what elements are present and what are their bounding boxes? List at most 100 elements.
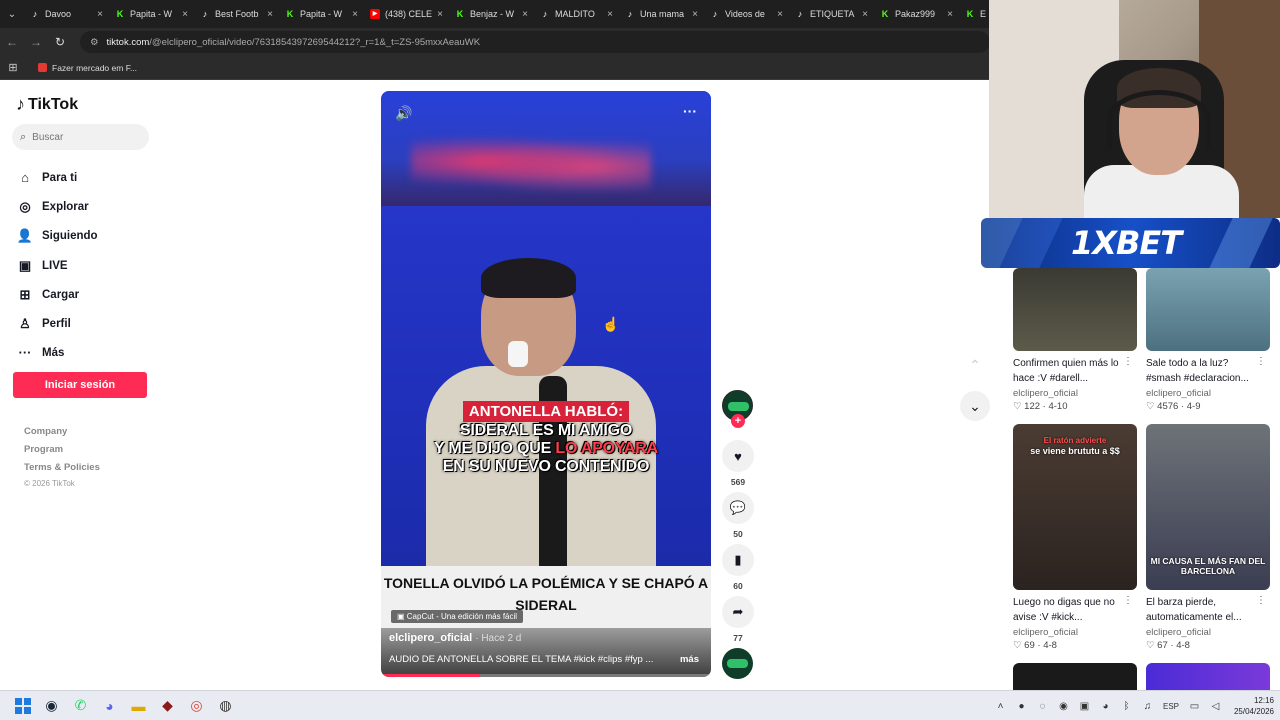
video-player[interactable]: ANTONELLA HABLÓ: SIDERAL ES MI AMIGO Y M… xyxy=(381,91,711,677)
url-field[interactable]: ⚙ tiktok.com/@elclipero_oficial/video/76… xyxy=(80,31,990,53)
browser-tab[interactable]: K Pakaz999 × xyxy=(874,0,959,28)
capcut-badge[interactable]: ▣ CapCut - Una edición más fácil xyxy=(391,610,524,623)
steam-icon[interactable]: ◉ xyxy=(37,691,66,720)
reco-thumbnail[interactable] xyxy=(1013,268,1137,351)
browser-tab[interactable]: ♪ Una mama × xyxy=(619,0,704,28)
tiktok-icon: ♪ xyxy=(627,9,633,19)
comment-button[interactable]: 💬 xyxy=(722,492,754,524)
search-box[interactable]: ⌕ xyxy=(12,124,149,150)
reco-card[interactable]: El ratón advierte se viene brututu a $$ … xyxy=(1013,424,1137,651)
whatsapp-icon[interactable]: ✆ xyxy=(66,691,95,720)
sidebar-item-siguiendo[interactable]: 👤 Siguiendo xyxy=(16,228,98,244)
close-tab-icon[interactable]: × xyxy=(862,9,868,20)
login-button[interactable]: Iniciar sesión xyxy=(13,372,147,398)
browser-tab[interactable]: K Papita - W × xyxy=(109,0,194,28)
close-tab-icon[interactable]: × xyxy=(437,9,443,20)
browser-tab[interactable]: ♪ MALDITO × xyxy=(534,0,619,28)
sidebar-item-live[interactable]: ▣ LIVE xyxy=(16,258,68,274)
browser-tab[interactable]: ♪ ETIQUETA × xyxy=(789,0,874,28)
reco-thumbnail[interactable]: MI CAUSA EL MÁS FAN DEL BARCELONA xyxy=(1146,424,1270,590)
previous-video-button[interactable]: ⌃ xyxy=(960,350,990,380)
close-tab-icon[interactable]: × xyxy=(522,9,528,20)
close-tab-icon[interactable]: × xyxy=(947,9,953,20)
save-button[interactable]: ▮ xyxy=(722,544,754,576)
clock[interactable]: 12:16 25/04/2026 xyxy=(1226,695,1280,717)
close-tab-icon[interactable]: × xyxy=(352,9,358,20)
microphone-icon[interactable]: ♫ xyxy=(1137,701,1158,712)
tab-search-dropdown[interactable]: ⌄ xyxy=(0,0,24,28)
sidebar-item-explorar[interactable]: ◎ Explorar xyxy=(16,199,88,215)
volume-icon[interactable]: ◁ xyxy=(1205,701,1226,712)
close-tab-icon[interactable]: × xyxy=(692,9,698,20)
sponsor-logo: 1XBET xyxy=(1071,224,1182,262)
video-author[interactable]: elclipero_oficial · Hace 2 d xyxy=(389,632,521,644)
apps-grid-icon[interactable]: ⊞ xyxy=(0,61,26,74)
reco-options-icon[interactable]: ⋮ xyxy=(1123,356,1133,367)
reco-card[interactable] xyxy=(1146,663,1270,690)
chrome-icon[interactable]: ◎ xyxy=(182,691,211,720)
obs-icon[interactable]: ◍ xyxy=(211,691,240,720)
site-info-icon[interactable]: ⚙ xyxy=(90,37,99,48)
start-button[interactable] xyxy=(8,691,37,720)
search-input[interactable] xyxy=(32,131,133,143)
tiktok-icon: ♪ xyxy=(32,9,38,19)
chevron-up-icon[interactable]: ˄ xyxy=(990,701,1011,712)
tray-app-icon[interactable]: ◌ xyxy=(1032,701,1053,712)
tray-app-icon[interactable]: ▣ xyxy=(1074,701,1095,712)
browser-tab[interactable]: K Papita - W × xyxy=(279,0,364,28)
reco-options-icon[interactable]: ⋮ xyxy=(1256,595,1266,606)
back-button[interactable]: ← xyxy=(0,35,24,49)
browser-tab[interactable]: K Benjaz - W × xyxy=(449,0,534,28)
sidebar-item-perfil[interactable]: ♙ Perfil xyxy=(16,316,71,332)
footer-link-company[interactable]: Company xyxy=(24,426,67,437)
close-tab-icon[interactable]: × xyxy=(777,9,783,20)
like-button[interactable]: ♥ xyxy=(722,440,754,472)
reco-card[interactable]: Sale todo a la luz? #smash #declaracion.… xyxy=(1146,268,1270,412)
reco-thumbnail[interactable] xyxy=(1146,268,1270,351)
tab-title: Videos de xyxy=(725,9,765,19)
forward-button[interactable]: → xyxy=(24,35,48,49)
footer-link-program[interactable]: Program xyxy=(24,444,63,455)
footer-link-terms[interactable]: Terms & Policies xyxy=(24,462,100,473)
app-icon[interactable]: ◆ xyxy=(153,691,182,720)
video-progress-bar[interactable] xyxy=(381,674,711,677)
volume-icon[interactable]: 🔊 xyxy=(395,105,412,122)
language-indicator[interactable]: ESP xyxy=(1158,702,1184,711)
bluetooth-icon[interactable]: ᛒ xyxy=(1116,701,1137,712)
video-options-icon[interactable]: ··· xyxy=(683,103,697,119)
reco-thumbnail[interactable] xyxy=(1013,663,1137,690)
next-video-button[interactable]: ⌄ xyxy=(960,391,990,421)
reco-card[interactable] xyxy=(1013,663,1137,690)
close-tab-icon[interactable]: × xyxy=(97,9,103,20)
tiktok-logo[interactable]: ♪ TikTok xyxy=(16,94,78,115)
bookmark-item[interactable]: Fazer mercado em F... xyxy=(38,63,137,73)
browser-tab[interactable]: ♪ Best Footb × xyxy=(194,0,279,28)
file-explorer-icon[interactable]: ▬ xyxy=(124,691,153,720)
reco-options-icon[interactable]: ⋮ xyxy=(1123,595,1133,606)
more-link[interactable]: más xyxy=(680,654,699,665)
tray-app-icon[interactable]: ◕ xyxy=(1095,701,1116,712)
monitor-icon[interactable]: ▭ xyxy=(1184,701,1205,712)
tray-app-icon[interactable]: ● xyxy=(1011,701,1032,712)
close-tab-icon[interactable]: × xyxy=(182,9,188,20)
browser-tab[interactable]: ♪ Davoo × xyxy=(24,0,109,28)
share-button[interactable]: ➦ xyxy=(722,596,754,628)
reload-button[interactable]: ↻ xyxy=(48,35,72,49)
reco-card[interactable]: Confirmen quien más lo hace :V #darell..… xyxy=(1013,268,1137,412)
close-tab-icon[interactable]: × xyxy=(267,9,273,20)
reco-thumbnail[interactable] xyxy=(1146,663,1270,690)
reco-thumbnail[interactable]: El ratón advierte se viene brututu a $$ xyxy=(1013,424,1137,590)
follow-plus-button[interactable]: + xyxy=(731,414,745,428)
reco-author: elclipero_oficial xyxy=(1013,627,1078,638)
reco-options-icon[interactable]: ⋮ xyxy=(1256,356,1266,367)
sidebar-item-más[interactable]: ··· Más xyxy=(16,345,65,360)
sidebar-item-cargar[interactable]: ⊞ Cargar xyxy=(16,287,80,303)
steam-tray-icon[interactable]: ◉ xyxy=(1053,701,1074,712)
discord-icon[interactable]: ◕ xyxy=(95,691,124,720)
browser-tab[interactable]: ▶ (438) CELE × xyxy=(364,0,449,28)
browser-tab[interactable]: ♪ Videos de × xyxy=(704,0,789,28)
close-tab-icon[interactable]: × xyxy=(607,9,613,20)
music-disc[interactable] xyxy=(722,648,753,679)
sidebar-item-para-ti[interactable]: ⌂ Para ti xyxy=(16,170,77,185)
reco-card[interactable]: MI CAUSA EL MÁS FAN DEL BARCELONA El bar… xyxy=(1146,424,1270,651)
